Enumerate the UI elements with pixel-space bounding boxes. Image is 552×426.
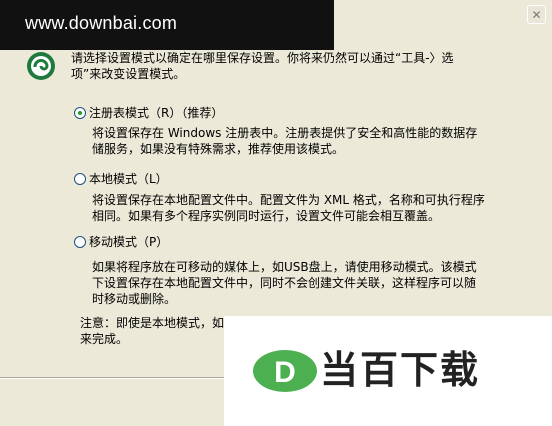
- note-line-1: 注意：即使是本地模式，如: [80, 316, 225, 330]
- intro-text: 请选择设置模式以确定在哪里保存设置。你将来仍然可以通过“工具-〉选项”来改变设置…: [71, 51, 454, 81]
- local-mode-description: 将设置保存在本地配置文件中。配置文件为 XML 格式，名称和可执行程序相同。如果…: [92, 193, 485, 223]
- close-button[interactable]: ✕: [527, 5, 546, 24]
- portable-mode-label[interactable]: 移动模式（P）: [89, 234, 168, 250]
- note-line-2: 来完成。: [80, 332, 129, 346]
- local-mode-label[interactable]: 本地模式（L）: [89, 171, 168, 187]
- watermark-text: www.downbai.com: [25, 13, 178, 33]
- portable-mode-radio[interactable]: [74, 236, 86, 248]
- logo-text: 当百下载: [320, 348, 481, 392]
- portable-mode-description: 如果将程序放在可移动的媒体上，如USB盘上，请使用移动模式。该模式下设置保存在本…: [92, 260, 477, 306]
- registry-mode-description: 将设置保存在 Windows 注册表中。注册表提供了安全和高性能的数据存储服务，…: [92, 126, 478, 156]
- registry-mode-label[interactable]: 注册表模式（R）（推荐）: [89, 105, 223, 121]
- registry-mode-radio[interactable]: [74, 107, 86, 119]
- d-logo-icon: D: [253, 350, 317, 392]
- app-icon: [27, 52, 55, 80]
- logo-overlay: D 当百下载: [224, 316, 552, 426]
- logo-letter: D: [274, 356, 296, 389]
- watermark-banner: www.downbai.com: [0, 0, 334, 50]
- local-mode-radio[interactable]: [74, 173, 86, 185]
